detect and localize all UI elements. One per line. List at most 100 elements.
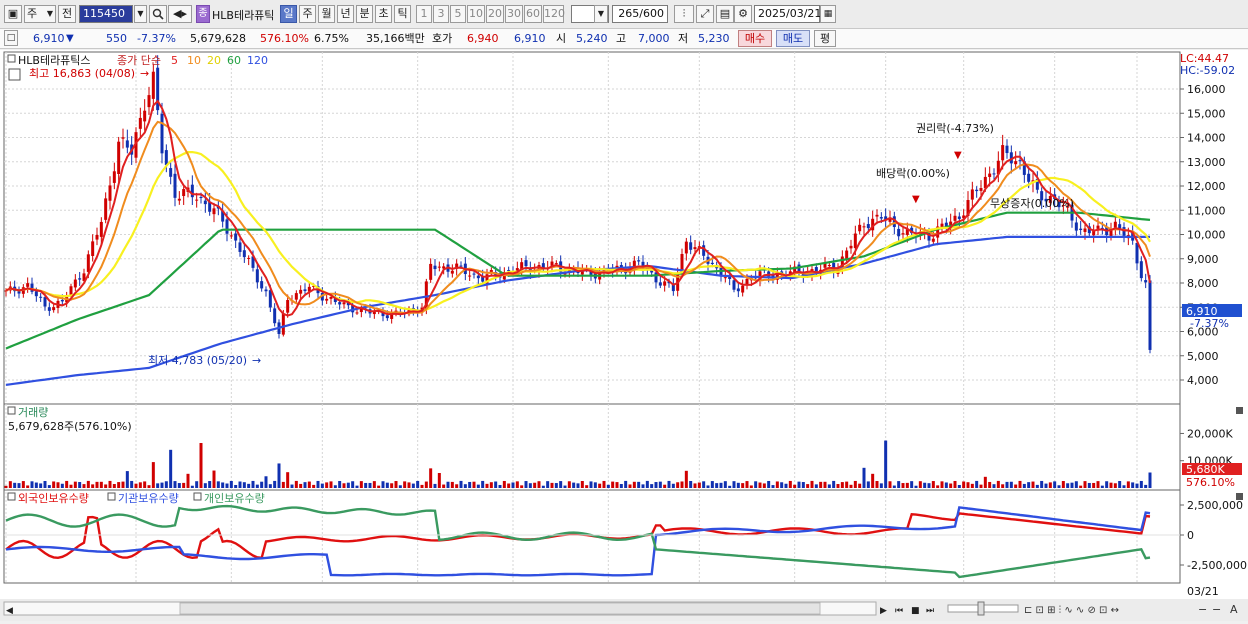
stock-code-input[interactable]: 115450: [79, 5, 133, 23]
y-tick-label: 10,000: [1187, 229, 1226, 242]
volume-bar: [615, 482, 619, 488]
font-size-icon[interactable]: A: [1230, 603, 1238, 616]
chart-type-icon[interactable]: ⫶: [674, 5, 694, 23]
candle-body: [151, 71, 155, 99]
sell-button[interactable]: 매도: [776, 30, 810, 47]
gear-icon[interactable]: ⚙: [734, 5, 752, 23]
volume-bar: [312, 484, 316, 488]
buy-button[interactable]: 매수: [738, 30, 772, 47]
candle-body: [143, 110, 147, 122]
scroll-right-icon[interactable]: ▶: [880, 606, 887, 616]
volume-bar: [567, 481, 571, 488]
interval-button-30[interactable]: 30: [505, 5, 523, 23]
tab-period-5[interactable]: 초: [375, 5, 392, 23]
volume-bar: [1035, 484, 1039, 488]
interval-button-5[interactable]: 5: [450, 5, 466, 23]
panel-close-icon[interactable]: [1236, 407, 1243, 414]
table-icon[interactable]: [8, 68, 21, 81]
calendar-icon[interactable]: ▦: [820, 5, 836, 23]
tab-period-1[interactable]: 주: [299, 5, 316, 23]
quote-toggle-icon[interactable]: □: [4, 30, 18, 46]
interval-button-20[interactable]: 20: [486, 5, 504, 23]
volume-bar: [641, 484, 645, 488]
candle-body: [1005, 145, 1009, 154]
candle-body: [329, 296, 333, 299]
volume-bar: [1113, 483, 1117, 488]
volume-bar: [1074, 481, 1078, 488]
tab-period-4[interactable]: 분: [356, 5, 373, 23]
tab-period-0[interactable]: 일: [280, 5, 297, 23]
volume-bar: [905, 482, 909, 488]
ma5-label: 5: [171, 54, 178, 67]
zoom-out-icon[interactable]: −: [1198, 603, 1207, 616]
volume-bar: [442, 484, 446, 488]
volume-bar: [277, 463, 281, 488]
stop-icon[interactable]: ■: [911, 606, 920, 616]
stock-chart-svg[interactable]: 16,000 15,000 14,000 13,000 12,000 11,000 10,0…: [0, 50, 1248, 621]
y-tick-label: 8,000: [1187, 277, 1219, 290]
bar-count-input[interactable]: 265/600: [612, 5, 668, 23]
mode-select[interactable]: 주 ▼: [24, 5, 56, 23]
speaker-icon[interactable]: ◀▸: [168, 5, 192, 23]
zoom-in-icon[interactable]: −: [1212, 603, 1221, 616]
evaluate-button[interactable]: 평: [814, 30, 836, 47]
volume-bar: [576, 483, 580, 488]
candle-body: [853, 233, 857, 249]
volume-bar: [892, 485, 896, 488]
volume-bar: [814, 484, 818, 488]
legend-institution: 기관보유수량: [118, 492, 179, 505]
candle-body: [736, 288, 740, 292]
window-menu-icon[interactable]: ▣: [4, 5, 22, 23]
volume-bar: [286, 472, 290, 488]
candle-body: [953, 215, 957, 221]
volume-bar: [745, 481, 749, 488]
rewind-icon[interactable]: ⏮: [895, 606, 903, 616]
interval-button-120[interactable]: 120: [543, 5, 565, 23]
mode-label: 주: [27, 7, 38, 20]
volume-bar: [849, 484, 853, 488]
interval-button-3[interactable]: 3: [433, 5, 449, 23]
volume-bar: [216, 481, 220, 488]
zoom-slider-handle[interactable]: [977, 601, 985, 616]
tool-icons[interactable]: ⊏ ⊡ ⊞ ⫶ ∿ ∿ ⊘ ⊡ ↔: [1024, 605, 1119, 616]
volume-last-tag-text: 5,680K: [1186, 463, 1225, 476]
chart-area[interactable]: 16,000 15,000 14,000 13,000 12,000 11,000 10,0…: [0, 50, 1248, 621]
scroll-left-icon[interactable]: ◀: [6, 606, 13, 616]
volume-bar: [160, 482, 164, 488]
candle-body: [286, 300, 290, 313]
volume-bar: [1144, 484, 1148, 488]
candle-body: [658, 282, 662, 286]
fast-forward-icon[interactable]: ⏭: [926, 606, 934, 616]
tab-period-2[interactable]: 월: [318, 5, 335, 23]
interval-button-1[interactable]: 1: [416, 5, 432, 23]
save-icon[interactable]: ▤: [716, 5, 734, 23]
interval-button-60[interactable]: 60: [524, 5, 542, 23]
y-tick-label: 12,000: [1187, 180, 1226, 193]
volume-bar: [658, 481, 662, 488]
prev-button[interactable]: 전: [58, 5, 76, 23]
volume-bar: [303, 482, 307, 488]
panel-close-icon[interactable]: [1236, 493, 1243, 500]
volume-bar: [273, 480, 277, 488]
date-input[interactable]: 2025/03/21: [754, 5, 821, 23]
code-dropdown-icon[interactable]: ▼: [134, 5, 147, 23]
tab-period-6[interactable]: 틱: [394, 5, 411, 23]
volume-bar: [1057, 485, 1061, 488]
stock-name: HLB테라퓨틱: [212, 9, 275, 22]
compare-icon[interactable]: ⤢: [696, 5, 714, 23]
candle-body: [190, 184, 194, 198]
volume-bar: [299, 483, 303, 488]
volume-bar: [1122, 485, 1126, 488]
volume-bar: [1061, 481, 1065, 488]
scrollbar-thumb[interactable]: [179, 602, 821, 615]
interval-button-10[interactable]: 10: [467, 5, 485, 23]
candle-body: [117, 141, 121, 174]
search-icon[interactable]: [149, 5, 167, 23]
tab-period-3[interactable]: 년: [337, 5, 354, 23]
volume-bar: [858, 483, 862, 488]
chevron-down-icon[interactable]: ▼: [594, 5, 608, 23]
volume-bar: [182, 482, 186, 488]
volume-bar: [511, 482, 515, 488]
volume-bar: [1014, 484, 1018, 488]
volume-bar: [689, 480, 693, 488]
